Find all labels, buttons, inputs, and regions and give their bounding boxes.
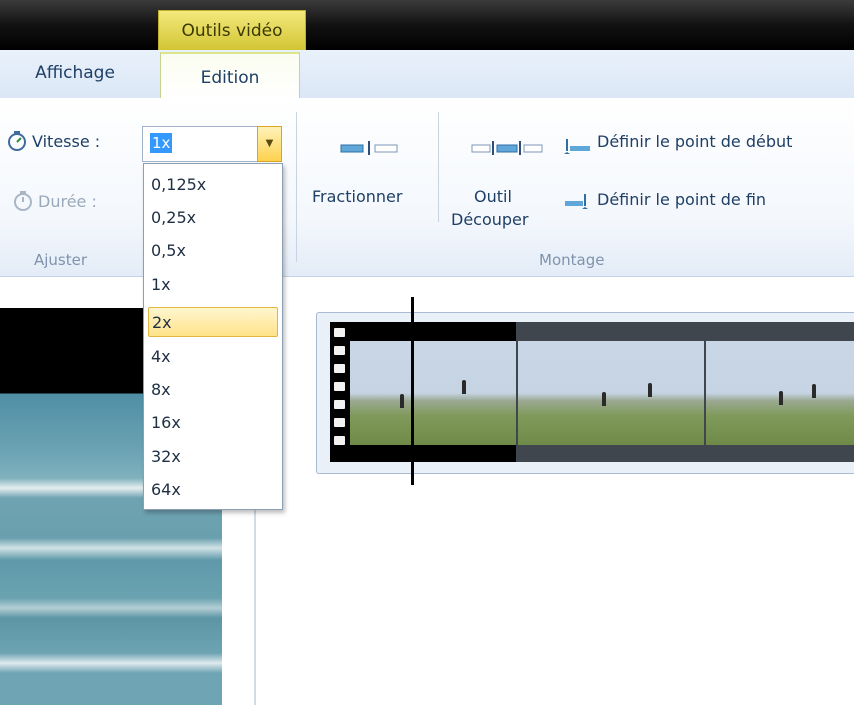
- duration-label: Durée :: [38, 192, 97, 211]
- speed-label: Vitesse :: [32, 132, 101, 151]
- bird-image: [602, 392, 606, 406]
- group-separator: [296, 112, 297, 262]
- group-separator: [438, 112, 439, 222]
- fractionner-button[interactable]: Fractionner: [312, 187, 402, 206]
- speed-dropdown-list: 0,125x 0,25x 0,5x 1x 2x 4x 8x 16x 32x 64…: [143, 163, 283, 510]
- speed-option[interactable]: 0,5x: [148, 236, 278, 266]
- bird-image: [779, 391, 783, 405]
- ribbon: [0, 98, 854, 277]
- speed-option[interactable]: 16x: [148, 408, 278, 438]
- bird-image: [648, 383, 652, 397]
- context-tab-video-tools[interactable]: Outils vidéo: [158, 10, 306, 50]
- bird-image: [812, 384, 816, 398]
- speed-option[interactable]: 32x: [148, 442, 278, 472]
- group-label-ajuster: Ajuster: [34, 251, 88, 269]
- trim-icon: [470, 140, 546, 155]
- speed-option-highlighted[interactable]: 2x: [148, 307, 278, 337]
- speed-option[interactable]: 8x: [148, 375, 278, 405]
- video-thumbnail: [518, 341, 704, 445]
- speed-value[interactable]: 1x: [150, 133, 173, 153]
- end-point-icon: [563, 193, 593, 209]
- start-point-icon: [563, 138, 593, 154]
- film-sprockets: [332, 326, 350, 458]
- tab-affichage[interactable]: Affichage: [0, 50, 150, 98]
- tab-edition[interactable]: Edition: [160, 52, 300, 100]
- speed-option[interactable]: 0,125x: [148, 170, 278, 200]
- outil-line1[interactable]: Outil: [474, 187, 512, 206]
- chevron-down-icon[interactable]: ▼: [257, 126, 282, 162]
- group-label-montage: Montage: [539, 251, 605, 269]
- duration-icon: [12, 190, 34, 212]
- playhead[interactable]: [411, 297, 414, 485]
- bird-image: [400, 394, 404, 408]
- title-bar: [0, 0, 854, 50]
- speed-icon: [6, 130, 28, 152]
- outil-line2[interactable]: Découper: [451, 210, 528, 229]
- video-thumbnail: [350, 341, 516, 445]
- speed-option[interactable]: 64x: [148, 475, 278, 505]
- set-start-point-button[interactable]: Définir le point de début: [597, 132, 792, 151]
- set-end-point-button[interactable]: Définir le point de fin: [597, 190, 766, 209]
- bird-image: [462, 380, 466, 394]
- split-icon: [338, 140, 400, 155]
- speed-option[interactable]: 0,25x: [148, 203, 278, 233]
- speed-option[interactable]: 4x: [148, 342, 278, 372]
- speed-option[interactable]: 1x: [148, 270, 278, 300]
